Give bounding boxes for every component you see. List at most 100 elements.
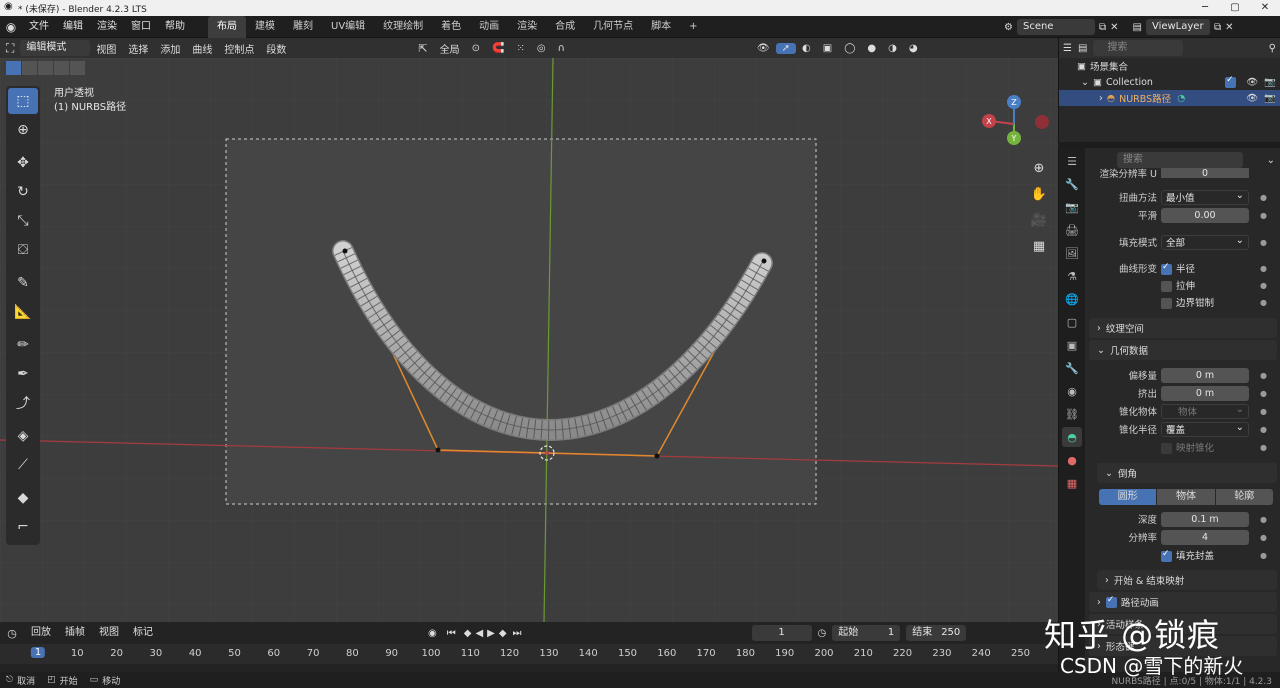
bevel-panel-header[interactable]: ⌄ 倒角: [1097, 463, 1277, 483]
mode-dropdown[interactable]: 编辑模式: [20, 40, 91, 56]
maximize-icon[interactable]: ▢: [1220, 0, 1250, 16]
rotate-icon[interactable]: ↻: [8, 179, 38, 205]
camera-icon[interactable]: 📷: [1264, 77, 1276, 88]
ortho-grid-icon[interactable]: ▦: [1027, 234, 1051, 258]
close-icon[interactable]: ✕: [1250, 0, 1280, 16]
fill-mode-dropdown[interactable]: 全部: [1161, 233, 1249, 250]
menu-control-points[interactable]: 控制点: [218, 41, 260, 56]
keyframe-dot-icon[interactable]: ●: [1260, 211, 1267, 220]
snap-grid-icon[interactable]: ⁙: [510, 43, 530, 54]
chevron-down-icon[interactable]: ⌄: [1081, 77, 1089, 88]
falloff-icon[interactable]: ∩: [552, 43, 571, 54]
prev-keyframe-icon[interactable]: ◆: [462, 628, 474, 639]
menu-render[interactable]: 渲染: [90, 16, 124, 38]
control-point[interactable]: [435, 447, 441, 453]
scale-icon[interactable]: ⤡: [8, 208, 38, 234]
object-tab-icon[interactable]: ▣: [1062, 335, 1082, 355]
keyframe-dot-icon[interactable]: ●: [1260, 515, 1267, 524]
keyframe-dot-icon[interactable]: ●: [1260, 193, 1267, 202]
play-icon[interactable]: ▶: [485, 628, 497, 639]
keyframe-dot-icon[interactable]: ●: [1260, 371, 1267, 380]
delete-view-layer-icon[interactable]: ✕: [1225, 22, 1233, 33]
select-extend-icon[interactable]: [22, 61, 37, 75]
outliner-row-collection[interactable]: ⌄ ▣ Collection 👁 📷: [1059, 74, 1280, 90]
bevel-tab-round[interactable]: 圆形: [1099, 489, 1157, 505]
next-keyframe-icon[interactable]: ◆: [497, 628, 509, 639]
menu-marker[interactable]: 标记: [126, 622, 160, 644]
select-invert-icon[interactable]: [54, 61, 69, 75]
outliner-row-nurbs-path[interactable]: › ◓ NURBS路径 ◔ 👁 📷: [1059, 90, 1280, 106]
map-taper-checkbox[interactable]: [1161, 443, 1172, 454]
radius-checkbox[interactable]: [1161, 262, 1172, 275]
transform-orientation-dropdown[interactable]: 全局: [434, 41, 466, 56]
transform-orientation-icon[interactable]: ⇱: [412, 42, 433, 55]
menu-segments[interactable]: 段数: [260, 41, 292, 56]
shading-render-icon[interactable]: ◕: [903, 43, 924, 54]
view-layer-icon[interactable]: ▤: [1133, 22, 1142, 33]
radius-icon[interactable]: ◈: [8, 423, 38, 449]
control-point[interactable]: [342, 248, 348, 254]
curve-data-tab-icon[interactable]: ◓: [1062, 427, 1082, 447]
control-point[interactable]: [761, 258, 767, 264]
view-layer-field[interactable]: ViewLayer: [1145, 19, 1210, 35]
menu-help[interactable]: 帮助: [158, 16, 192, 38]
current-frame-marker[interactable]: 1: [30, 647, 46, 658]
keyframe-dot-icon[interactable]: ●: [1260, 425, 1267, 434]
workspace-tab-animation[interactable]: 动画: [470, 16, 508, 38]
chevron-down-icon[interactable]: ⌄: [1267, 155, 1275, 166]
minimize-icon[interactable]: ─: [1190, 0, 1220, 16]
keyframe-dot-icon[interactable]: ●: [1260, 533, 1267, 542]
workspace-tab-uv[interactable]: UV编辑: [322, 16, 374, 38]
vertex-randomize-icon[interactable]: ⌐: [8, 514, 38, 540]
navigation-gizmo[interactable]: Z Y X: [980, 92, 1058, 162]
pen-icon[interactable]: ✒: [8, 361, 38, 387]
transform-icon[interactable]: ⛋: [8, 237, 38, 263]
select-subtract-icon[interactable]: [38, 61, 53, 75]
end-frame-field[interactable]: 结束 250: [906, 625, 967, 641]
path-animation-checkbox[interactable]: [1105, 595, 1117, 608]
randomize-icon[interactable]: ◆: [8, 485, 38, 511]
new-scene-icon[interactable]: ⧉: [1099, 22, 1106, 33]
3d-viewport[interactable]: Z Y X: [0, 58, 1058, 622]
extrude-field[interactable]: 0 m: [1161, 385, 1249, 401]
keyframe-dot-icon[interactable]: ●: [1260, 264, 1267, 273]
world-tab-icon[interactable]: 🌐: [1062, 289, 1082, 309]
bounds-clamp-checkbox[interactable]: [1161, 298, 1172, 309]
menu-keying[interactable]: 插帧: [58, 622, 92, 644]
move-icon[interactable]: ✥: [8, 150, 38, 176]
scene-field[interactable]: Scene: [1016, 19, 1095, 35]
render-resolution-field[interactable]: 0: [1161, 168, 1249, 178]
geometry-panel-header[interactable]: ⌄ 几何数据: [1089, 340, 1277, 360]
material-tab-icon[interactable]: ●: [1062, 450, 1082, 470]
camera-icon[interactable]: 📷: [1264, 93, 1276, 104]
stretch-checkbox[interactable]: [1161, 281, 1172, 292]
filter-icon[interactable]: ⚲: [1269, 43, 1276, 54]
select-new-icon[interactable]: [6, 61, 21, 75]
eye-icon[interactable]: 👁: [1246, 77, 1258, 88]
workspace-tab-layout[interactable]: 布局: [208, 15, 246, 38]
twist-method-dropdown[interactable]: 最小值: [1161, 188, 1249, 205]
control-point[interactable]: [654, 453, 660, 459]
menu-view[interactable]: 视图: [90, 41, 122, 56]
scene-icon[interactable]: ⚙: [1004, 22, 1013, 33]
view-layer-tab-icon[interactable]: 🖼: [1062, 243, 1082, 263]
bevel-resolution-field[interactable]: 4: [1161, 529, 1249, 545]
display-mode-icon[interactable]: ▤: [1078, 43, 1087, 54]
menu-select[interactable]: 选择: [122, 41, 154, 56]
chevron-right-icon[interactable]: ›: [1099, 93, 1103, 104]
keyframe-dot-icon[interactable]: ●: [1260, 551, 1267, 560]
outliner-search-input[interactable]: 搜索: [1093, 40, 1184, 56]
keyframe-dot-icon[interactable]: ●: [1260, 407, 1267, 416]
xray-icon[interactable]: ▣: [817, 43, 838, 54]
clock-icon[interactable]: ◷: [0, 627, 24, 640]
workspace-tab-scripting[interactable]: 脚本: [642, 16, 680, 38]
record-icon[interactable]: ◉: [424, 628, 441, 639]
menu-window[interactable]: 窗口: [124, 16, 158, 38]
properties-search-input[interactable]: 搜索: [1117, 152, 1243, 168]
workspace-tab-rendering[interactable]: 渲染: [508, 16, 546, 38]
pivot-icon[interactable]: ⊙: [466, 43, 486, 54]
add-workspace-button[interactable]: +: [680, 16, 706, 38]
scene-tab-icon[interactable]: ⚗: [1062, 266, 1082, 286]
modifier-tab-icon[interactable]: 🔧: [1062, 358, 1082, 378]
extrude-icon[interactable]: ⤴: [8, 390, 38, 416]
